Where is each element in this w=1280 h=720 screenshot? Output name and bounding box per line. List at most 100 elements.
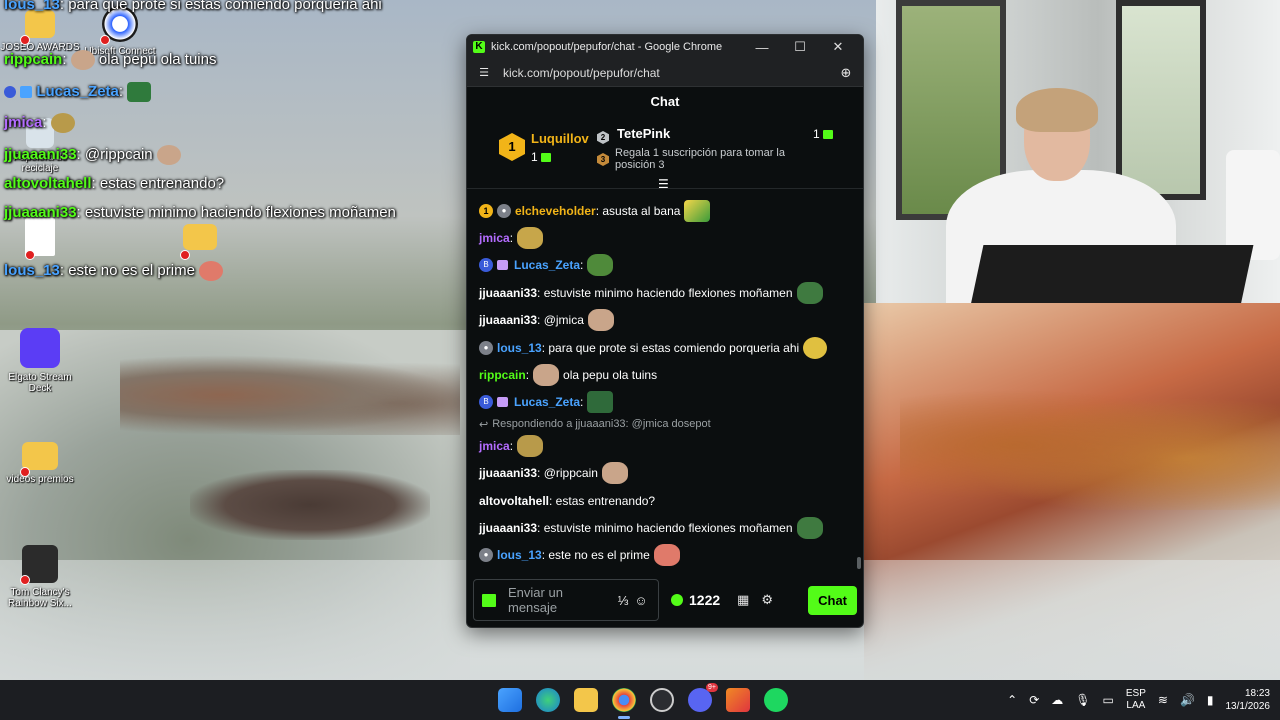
start-windows-icon[interactable] (498, 688, 522, 712)
kick-emotes-icon[interactable]: ⅓ (614, 593, 632, 608)
wifi-icon[interactable]: ≋ (1158, 693, 1168, 707)
desktop-icon-videos-premios[interactable]: videos premios (0, 442, 80, 485)
chat-text: : estuviste minimo haciendo flexiones mo… (537, 285, 793, 300)
rank-2-name[interactable]: TetePink (617, 126, 670, 141)
spotify-icon[interactable] (764, 688, 788, 712)
sub-badge-icon: B (479, 258, 493, 273)
webcam-heater (1226, 150, 1280, 260)
rank-1-badge-icon: 1 (499, 133, 525, 161)
zoom-icon[interactable]: ⊕ (837, 65, 855, 81)
clock[interactable]: 18:23 13/1/2026 (1226, 687, 1271, 713)
chat-text: : (580, 395, 584, 410)
gift-icon (541, 153, 552, 163)
folder-icon (25, 10, 55, 38)
edge-browser-icon[interactable] (536, 688, 560, 712)
emote-icon (796, 281, 823, 304)
emote-icon (587, 254, 614, 277)
chat-username[interactable]: jmica (479, 231, 510, 245)
obs-icon[interactable] (650, 688, 674, 712)
chrome-icon[interactable] (612, 688, 636, 719)
chat-message: jjuaaani33 : estuviste minimo haciendo f… (479, 514, 853, 541)
chat-username[interactable]: lous_13 (497, 548, 542, 562)
window-title: kick.com/popout/pepufor/chat - Google Ch… (491, 41, 723, 53)
error-badge-icon (25, 250, 35, 260)
sub-badge-icon: ● (479, 340, 493, 355)
chat-message: jjuaaani33 : @jmica (479, 307, 853, 334)
rank-2-count: 1 (813, 127, 834, 141)
stream-deck-icon (20, 328, 60, 368)
close-button[interactable]: ✕ (819, 39, 857, 55)
desktop-icon-rainbow-six[interactable]: Tom Clancy's Rainbow Six... (0, 545, 80, 609)
desktop-icon-document[interactable] (0, 218, 80, 260)
chat-message-input[interactable]: Enviar un mensaje ⅓ ☺ (473, 579, 659, 621)
chat-username[interactable]: jmica (479, 439, 510, 453)
fl-studio-icon[interactable] (726, 688, 750, 712)
battery-icon[interactable]: ▮ (1207, 693, 1214, 707)
chat-username[interactable]: jjuaaani33 (479, 521, 537, 535)
channel-points[interactable]: 1222 (671, 592, 720, 608)
url-text[interactable]: kick.com/popout/pepufor/chat (503, 66, 837, 80)
chat-username[interactable]: Lucas_Zeta (514, 258, 580, 272)
desktop-icon-folder[interactable] (160, 224, 240, 254)
sub-badge-icon: ● (497, 203, 511, 218)
input-language[interactable]: ESP LAA (1126, 688, 1146, 712)
show-hidden-icons-chevron-icon[interactable]: ⌃ (1007, 693, 1017, 707)
sync-icon[interactable]: ⟳ (1029, 693, 1039, 707)
kick-logo-icon: K (473, 41, 485, 53)
chat-header: Chat (650, 94, 680, 109)
rank-3-prompt: Regala 1 suscripción para tomar la posic… (615, 147, 785, 171)
discord-icon[interactable]: 9+ (688, 683, 718, 712)
address-bar[interactable]: ☰ kick.com/popout/pepufor/chat ⊕ (467, 59, 863, 87)
overlay-username: rippcain (4, 50, 63, 68)
desktop-wallpaper-hedge (190, 470, 430, 540)
display-icon[interactable]: ▭ (1103, 693, 1114, 707)
overlay-text: : (62, 50, 67, 68)
chat-text: ola pepu ola tuins (563, 368, 658, 383)
desktop-icon-label: Elgato Stream Deck (8, 372, 72, 394)
error-badge-icon (100, 35, 110, 45)
cloud-icon[interactable]: ☁ (1051, 693, 1063, 707)
points-value: 1222 (689, 592, 721, 608)
scrollbar-thumb[interactable] (857, 557, 861, 569)
minimize-button[interactable]: — (743, 40, 781, 55)
overlay-username: jjuaaani33 (4, 204, 77, 221)
reply-indicator[interactable]: ↩ Respondiendo a jjuaaani33: @jmica dose… (479, 416, 853, 432)
microphone-icon[interactable]: 🎙 (1075, 693, 1090, 707)
emote-icon (156, 145, 181, 165)
window-titlebar[interactable]: K kick.com/popout/pepufor/chat - Google … (467, 35, 863, 59)
clock-date: 13/1/2026 (1225, 701, 1271, 712)
collapse-leaderboard-icon[interactable]: ☰ (658, 178, 669, 190)
store-icon[interactable]: ▦ (734, 592, 752, 608)
chat-scrollbar[interactable] (857, 197, 861, 569)
chat-username[interactable]: jjuaaani33 (479, 286, 537, 300)
leaderboard-rank-1[interactable]: 1 (499, 133, 525, 161)
settings-gear-icon[interactable]: ⚙ (758, 592, 776, 608)
chat-username[interactable]: lous_13 (497, 341, 542, 355)
chat-text: : asusta al bana (595, 203, 681, 218)
overlay-username: altovoltahell (4, 175, 92, 192)
volume-icon[interactable]: 🔊 (1180, 693, 1195, 707)
desktop-icon-joseo-awards[interactable]: JOSEO AWARDS (0, 10, 80, 53)
overlay-chat-line: jjuaaani33: estuviste minimo haciendo fl… (4, 204, 396, 221)
chat-username[interactable]: elcheveholder (515, 204, 596, 218)
overlay-chat-line: jjuaaani33: @rippcain (4, 145, 181, 165)
emote-icon (601, 462, 628, 485)
clock-time: 18:23 (1244, 688, 1270, 699)
file-explorer-icon[interactable] (574, 688, 598, 712)
site-settings-icon[interactable]: ☰ (475, 66, 493, 79)
maximize-button[interactable]: ☐ (781, 39, 819, 55)
desktop-icon-elgato-stream-deck[interactable]: Elgato Stream Deck (0, 328, 80, 394)
overlay-text: : estuviste minimo haciendo flexiones mo… (76, 204, 396, 221)
rank-1-name[interactable]: Luquillov (531, 131, 589, 146)
chat-username[interactable]: jjuaaani33 (479, 466, 537, 480)
chat-username[interactable]: jjuaaani33 (479, 313, 537, 327)
emoji-icon[interactable]: ☺ (632, 593, 650, 608)
chat-username[interactable]: Lucas_Zeta (514, 395, 580, 409)
chat-username[interactable]: rippcain (479, 368, 526, 382)
gift-subscription-icon[interactable] (482, 593, 496, 607)
chat-message-list[interactable]: 1 ● elcheveholder : asusta al bana jmica… (467, 197, 863, 569)
rank-2-badge-icon: 2 (597, 131, 609, 144)
leaderboard-rank-2[interactable]: 2 (597, 127, 609, 145)
chat-username[interactable]: altovoltahell (479, 494, 549, 508)
send-chat-button[interactable]: Chat (808, 585, 857, 615)
